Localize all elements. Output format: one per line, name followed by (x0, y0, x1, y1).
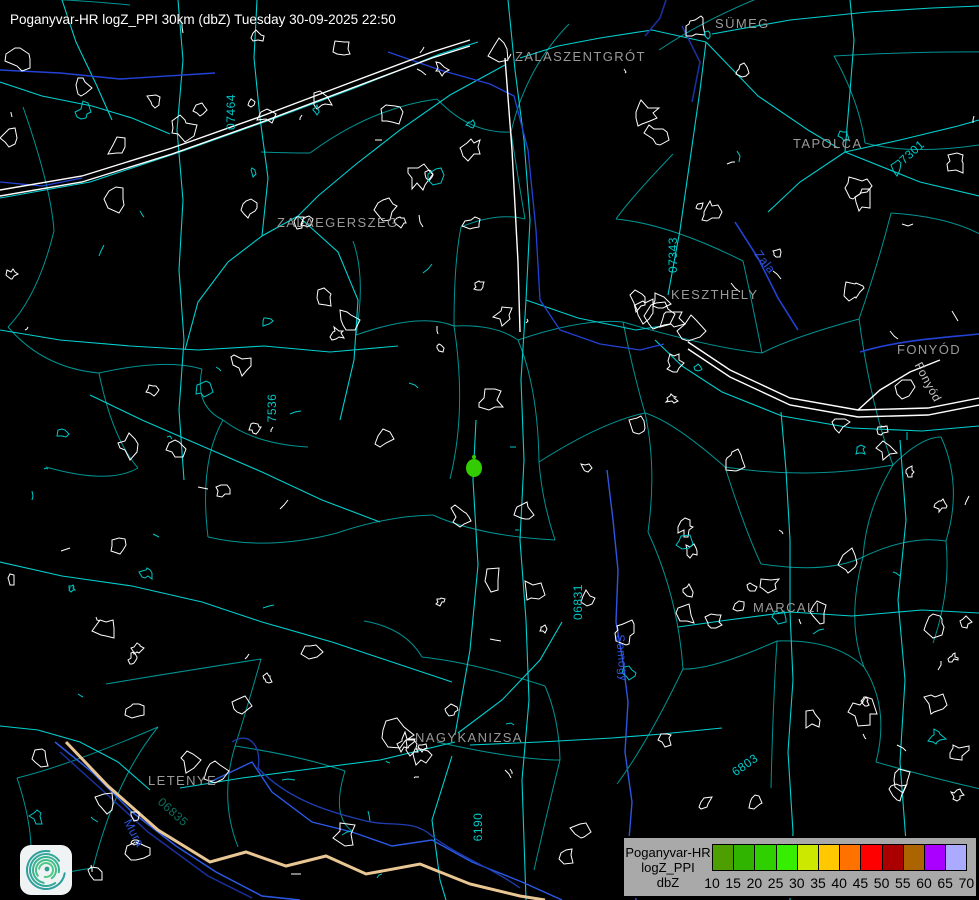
legend-color-45-50 (860, 844, 882, 871)
road-label-7536: 7536 (265, 394, 279, 423)
legend-color-35-40 (818, 844, 840, 871)
legend-site-name: Poganyvar-HR (625, 845, 710, 860)
legend-color-scale: 10152025303540455055606570 (712, 838, 976, 896)
legend-product-name: logZ_PPI (641, 860, 694, 875)
radar-echo-layer (466, 455, 482, 477)
legend-color-40-45 (839, 844, 861, 871)
minor-cyan-features-layer (29, 31, 946, 878)
city-label-letenye: LETENYE (148, 773, 217, 788)
legend-color-50-55 (882, 844, 904, 871)
radar-product-title: Poganyvar-HR logZ_PPI 30km (dbZ) Tuesday… (10, 12, 396, 27)
legend-panel: Poganyvar-HR logZ_PPI dbZ 10152025303540… (622, 836, 978, 898)
legend-color-60-65 (924, 844, 946, 871)
radar-image: SÜMEG ZALASZENTGRÓT TAPOLCA ZALAEGERSZEG KES… (0, 0, 979, 900)
legend-color-20-25 (754, 844, 776, 871)
city-label-keszthely: KESZTHELY (671, 287, 759, 302)
legend-color-15-20 (733, 844, 755, 871)
met-service-logo (20, 845, 72, 895)
rivers-layer (0, 0, 979, 900)
legend-color-25-30 (776, 844, 798, 871)
city-label-nagykanizsa: NAGYKANIZSA (415, 730, 523, 745)
city-label-fonyo-d: FONYÓD (897, 342, 961, 357)
legend-tick-70: 70 (954, 875, 978, 891)
legend-color-65-70 (945, 844, 967, 871)
storm-spiral-icon (20, 845, 72, 895)
legend-color-55-60 (903, 844, 925, 871)
road-label-07343: 07343 (666, 237, 680, 273)
city-label-zalaszentgro-t: ZALASZENTGRÓT (515, 49, 646, 64)
radar-echo (466, 459, 482, 477)
city-label-su-meg: SÜMEG (715, 16, 770, 31)
legend-color-30-35 (797, 844, 819, 871)
legend-color-10-15 (712, 844, 734, 871)
city-label-tapolca: TAPOLCA (793, 136, 863, 151)
road-label-07464: 07464 (224, 94, 238, 130)
legend-caption: Poganyvar-HR logZ_PPI dbZ (624, 838, 712, 896)
legend-unit: dbZ (657, 875, 679, 890)
city-label-marcali: MARCALI (753, 600, 821, 615)
road-label-6190: 6190 (471, 813, 485, 842)
road-label-06831: 06831 (571, 584, 585, 620)
main-roads-layer (0, 0, 979, 900)
city-label-zalaegerszeg: ZALAEGERSZEG (277, 215, 399, 230)
radar-map-canvas (0, 0, 979, 900)
minor-roads-layer (2, 0, 979, 884)
